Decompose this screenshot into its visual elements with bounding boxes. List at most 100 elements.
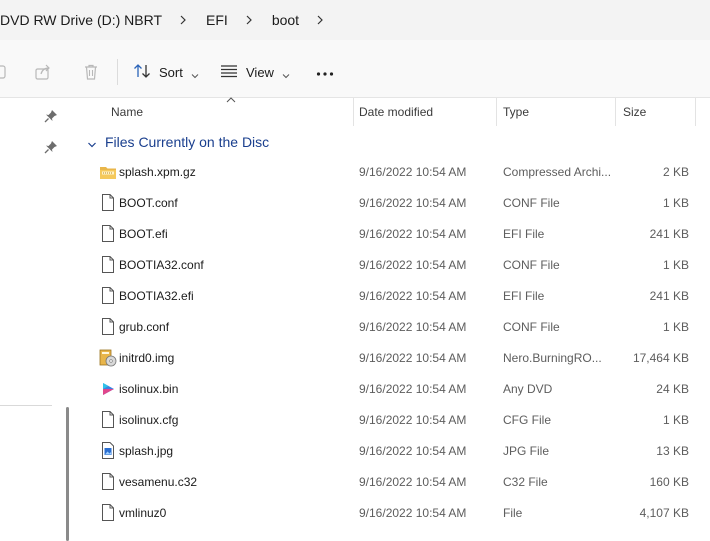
file-size: 24 KB <box>656 381 689 396</box>
column-separator[interactable] <box>695 98 696 126</box>
file-date: 9/16/2022 10:54 AM <box>359 226 467 241</box>
chevron-down-icon <box>87 137 97 148</box>
file-name: BOOTIA32.efi <box>119 288 194 303</box>
address-bar[interactable]: DVD RW Drive (D:) NBRT EFI boot <box>0 0 710 40</box>
file-size: 2 KB <box>662 164 689 179</box>
see-more-button[interactable] <box>316 60 334 84</box>
chevron-right-icon[interactable] <box>244 15 254 25</box>
file-type: Any DVD <box>503 381 553 396</box>
pin-icon[interactable] <box>44 140 58 154</box>
disc-image-icon <box>99 342 117 373</box>
file-type: EFI File <box>503 226 545 241</box>
more-icon <box>316 65 334 80</box>
file-icon <box>99 280 117 311</box>
file-name: vesamenu.c32 <box>119 474 198 489</box>
file-date: 9/16/2022 10:54 AM <box>359 350 467 365</box>
file-date: 9/16/2022 10:54 AM <box>359 505 467 520</box>
sort-label: Sort <box>159 64 183 80</box>
breadcrumb-item-efi[interactable]: EFI <box>206 12 228 28</box>
share-icon[interactable] <box>34 63 52 81</box>
file-name: isolinux.bin <box>119 381 179 396</box>
column-label: Type <box>503 105 530 119</box>
breadcrumb: DVD RW Drive (D:) NBRT EFI boot <box>0 0 343 40</box>
chevron-right-icon[interactable] <box>178 15 188 25</box>
sort-button[interactable]: Sort <box>133 60 199 84</box>
file-date: 9/16/2022 10:54 AM <box>359 257 467 272</box>
nav-divider <box>0 405 52 406</box>
sort-icon <box>133 63 151 82</box>
file-date: 9/16/2022 10:54 AM <box>359 474 467 489</box>
chevron-right-icon[interactable] <box>315 15 325 25</box>
archive-icon <box>99 156 117 187</box>
group-header[interactable]: Files Currently on the Disc <box>87 132 269 152</box>
table-row[interactable]: vesamenu.c32 9/16/2022 10:54 AM C32 File… <box>75 466 710 497</box>
file-size: 4,107 KB <box>639 505 689 520</box>
file-name: splash.xpm.gz <box>119 164 196 179</box>
column-header-date[interactable]: Date modified <box>359 98 495 126</box>
file-type: CONF File <box>503 257 560 272</box>
column-header-size[interactable]: Size <box>623 98 693 126</box>
file-size: 1 KB <box>662 319 689 334</box>
file-name: isolinux.cfg <box>119 412 179 427</box>
file-date: 9/16/2022 10:54 AM <box>359 195 467 210</box>
group-title: Files Currently on the Disc <box>105 134 270 150</box>
table-row[interactable]: isolinux.cfg 9/16/2022 10:54 AM CFG File… <box>75 404 710 435</box>
chevron-down-icon <box>191 68 199 79</box>
delete-icon[interactable] <box>82 63 100 81</box>
file-name: BOOT.efi <box>119 226 168 241</box>
file-name: vmlinuz0 <box>119 505 167 520</box>
table-row[interactable]: isolinux.bin 9/16/2022 10:54 AM Any DVD … <box>75 373 710 404</box>
command-bar: Sort View <box>0 40 710 98</box>
file-type: JPG File <box>503 443 550 458</box>
pin-icon[interactable] <box>44 109 58 123</box>
file-name: initrd0.img <box>119 350 175 365</box>
navigation-pane <box>0 98 62 541</box>
media-player-icon <box>99 373 117 404</box>
table-row[interactable]: initrd0.img 9/16/2022 10:54 AM Nero.Burn… <box>75 342 710 373</box>
table-row[interactable]: BOOTIA32.conf 9/16/2022 10:54 AM CONF Fi… <box>75 249 710 280</box>
file-type: File <box>503 505 523 520</box>
table-row[interactable]: BOOT.conf 9/16/2022 10:54 AM CONF File 1… <box>75 187 710 218</box>
file-date: 9/16/2022 10:54 AM <box>359 288 467 303</box>
view-button[interactable]: View <box>220 60 290 84</box>
file-name: grub.conf <box>119 319 170 334</box>
breadcrumb-item-drive[interactable]: DVD RW Drive (D:) NBRT <box>0 12 162 28</box>
column-separator[interactable] <box>496 98 497 126</box>
file-size: 1 KB <box>662 412 689 427</box>
column-separator[interactable] <box>615 98 616 126</box>
file-type: Compressed Archi... <box>503 164 612 179</box>
file-type: CONF File <box>503 195 560 210</box>
nav-scrollbar[interactable] <box>66 407 69 541</box>
file-type: Nero.BurningRO... <box>503 350 602 365</box>
file-icon <box>99 249 117 280</box>
column-separator[interactable] <box>353 98 354 126</box>
table-row[interactable]: grub.conf 9/16/2022 10:54 AM CONF File 1… <box>75 311 710 342</box>
table-row[interactable]: vmlinuz0 9/16/2022 10:54 AM File 4,107 K… <box>75 497 710 528</box>
view-icon <box>220 63 238 82</box>
file-date: 9/16/2022 10:54 AM <box>359 443 467 458</box>
column-label: Size <box>623 105 647 119</box>
file-icon <box>99 497 117 528</box>
table-row[interactable]: BOOT.efi 9/16/2022 10:54 AM EFI File 241… <box>75 218 710 249</box>
file-icon <box>99 466 117 497</box>
file-date: 9/16/2022 10:54 AM <box>359 412 467 427</box>
file-type: EFI File <box>503 288 545 303</box>
column-header-type[interactable]: Type <box>503 98 613 126</box>
file-icon <box>99 404 117 435</box>
rename-icon[interactable] <box>0 63 10 81</box>
table-row[interactable]: BOOTIA32.efi 9/16/2022 10:54 AM EFI File… <box>75 280 710 311</box>
column-label: Name <box>111 105 144 119</box>
file-type: CONF File <box>503 319 560 334</box>
breadcrumb-item-boot[interactable]: boot <box>272 12 299 28</box>
file-size: 241 KB <box>649 226 689 241</box>
file-size: 241 KB <box>649 288 689 303</box>
file-type: C32 File <box>503 474 548 489</box>
file-size: 1 KB <box>662 195 689 210</box>
file-size: 1 KB <box>662 257 689 272</box>
column-header-name[interactable]: Name <box>111 98 351 126</box>
file-icon <box>99 218 117 249</box>
table-row[interactable]: splash.jpg 9/16/2022 10:54 AM JPG File 1… <box>75 435 710 466</box>
file-size: 13 KB <box>656 443 689 458</box>
table-row[interactable]: splash.xpm.gz 9/16/2022 10:54 AM Compres… <box>75 156 710 187</box>
file-size: 160 KB <box>649 474 689 489</box>
